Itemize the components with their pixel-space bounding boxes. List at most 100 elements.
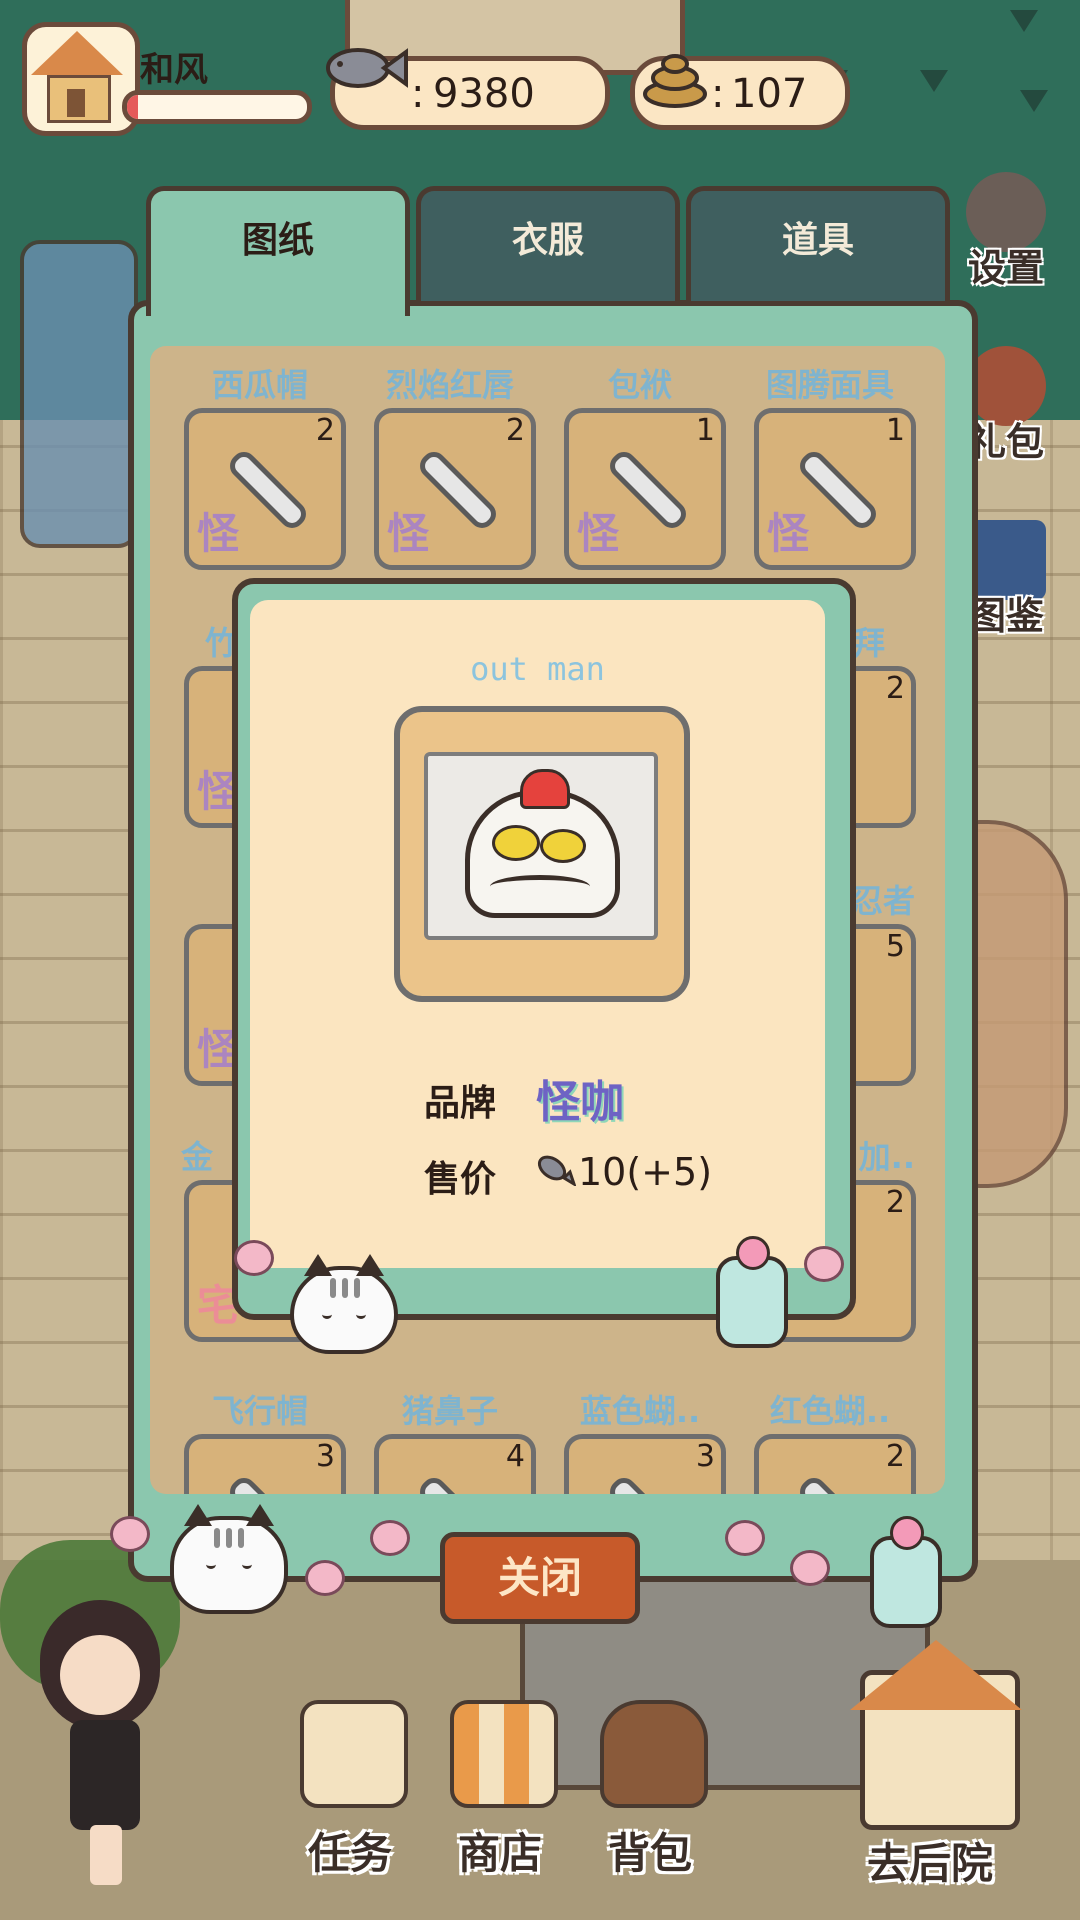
helmet-mouth bbox=[490, 875, 590, 898]
settings-label: 设置 bbox=[967, 246, 1044, 290]
tab-clothes[interactable]: 衣服 bbox=[416, 186, 680, 301]
grid-item[interactable]: 烈焰红唇 2 怪 bbox=[355, 360, 545, 570]
fish-currency-value: 9380 bbox=[433, 71, 535, 117]
backyard-roof-icon bbox=[850, 1640, 1022, 1710]
girl-face bbox=[60, 1635, 140, 1715]
backpack-icon bbox=[600, 1700, 708, 1808]
price-value: 10(+5) bbox=[578, 1150, 713, 1194]
item-name: 图腾面具 bbox=[765, 366, 894, 404]
fish-icon bbox=[326, 48, 408, 88]
poop-currency-prefix: : bbox=[711, 71, 725, 117]
item-count: 5 bbox=[885, 929, 905, 964]
item-slot[interactable]: 2 bbox=[754, 1434, 916, 1494]
grid-item[interactable]: 西瓜帽 2 怪 bbox=[165, 360, 355, 570]
shop-label: 商店 bbox=[457, 1829, 542, 1878]
item-count: 2 bbox=[505, 413, 525, 448]
cat-stripe bbox=[214, 1528, 220, 1548]
cat-eye bbox=[322, 1310, 332, 1319]
fish-icon bbox=[537, 1155, 576, 1186]
blueprint-scroll-icon bbox=[610, 1478, 686, 1494]
paw-print-icon bbox=[790, 1550, 830, 1586]
item-name: 飞行帽 bbox=[211, 1392, 308, 1430]
grid-item[interactable]: 猪鼻子 4 bbox=[355, 1386, 545, 1494]
task-clipboard-icon bbox=[300, 1700, 408, 1808]
cat-stripe bbox=[226, 1528, 232, 1548]
item-brand-tag: 怪 bbox=[767, 509, 810, 558]
girl-apron bbox=[70, 1720, 140, 1830]
price-label: 售价 bbox=[424, 1159, 497, 1200]
helmet-crest bbox=[520, 769, 570, 809]
item-slot[interactable]: 3 bbox=[564, 1434, 726, 1494]
shop-icon bbox=[450, 1700, 558, 1808]
tab-blueprints[interactable]: 图纸 bbox=[146, 186, 410, 316]
cat-decoration-icon bbox=[290, 1254, 398, 1354]
item-slot[interactable]: 2 怪 bbox=[184, 408, 346, 570]
grid-item[interactable]: 红色蝴.. 2 bbox=[735, 1386, 925, 1494]
backpack-button[interactable]: 背包 bbox=[590, 1700, 710, 1890]
bottle-cap bbox=[736, 1236, 770, 1270]
item-count: 2 bbox=[315, 413, 335, 448]
item-count: 2 bbox=[885, 1439, 905, 1474]
backpack-label: 背包 bbox=[607, 1829, 692, 1878]
cat-ear bbox=[246, 1504, 274, 1526]
item-slot[interactable]: 1 怪 bbox=[754, 408, 916, 570]
shop-button[interactable]: 商店 bbox=[440, 1700, 560, 1890]
blueprint-scroll-icon bbox=[230, 1478, 306, 1494]
task-button[interactable]: 任务 bbox=[290, 1700, 410, 1890]
player-name: 和风 bbox=[140, 50, 208, 90]
brand-value: 怪咖 bbox=[536, 1077, 624, 1128]
hero-helmet-icon bbox=[465, 769, 620, 918]
poop-icon bbox=[643, 54, 707, 108]
grid-item[interactable]: 飞行帽 3 bbox=[165, 1386, 355, 1494]
backyard-label: 去后院 bbox=[866, 1839, 993, 1888]
grid-item[interactable]: 蓝色蝴.. 3 bbox=[545, 1386, 735, 1494]
cat-stripe bbox=[342, 1278, 348, 1298]
paw-print-icon bbox=[370, 1520, 410, 1556]
cat-stripe bbox=[238, 1528, 244, 1548]
house-roof-icon bbox=[31, 31, 123, 75]
grid-item[interactable]: 包袱 1 怪 bbox=[545, 360, 735, 570]
cat-ear bbox=[356, 1254, 384, 1276]
backyard-button[interactable]: 去后院 bbox=[800, 1640, 1060, 1900]
cat-eye bbox=[206, 1560, 216, 1569]
girl-legs bbox=[90, 1825, 122, 1885]
poop-currency-value: 107 bbox=[731, 71, 808, 117]
cat-stripe bbox=[354, 1278, 360, 1298]
milk-bottle-icon bbox=[870, 1516, 942, 1628]
item-brand-tag: 怪 bbox=[197, 509, 240, 558]
item-slot[interactable]: 1 怪 bbox=[564, 408, 726, 570]
house-door bbox=[67, 89, 85, 117]
task-label: 任务 bbox=[307, 1829, 392, 1878]
item-name: 红色蝴.. bbox=[769, 1392, 891, 1430]
settings-button[interactable]: 设置 bbox=[952, 172, 1060, 292]
item-detail-title: out man bbox=[470, 650, 605, 688]
helmet-eye bbox=[540, 829, 586, 863]
brand-label: 品牌 bbox=[424, 1083, 497, 1124]
paw-print-icon bbox=[804, 1246, 844, 1282]
cat-stripe bbox=[330, 1278, 336, 1298]
home-avatar-button[interactable] bbox=[22, 22, 140, 136]
milk-bottle-icon bbox=[716, 1236, 788, 1348]
cat-decoration-icon bbox=[170, 1504, 288, 1614]
helmet-eye bbox=[492, 825, 540, 861]
item-brand-tag: 怪 bbox=[387, 509, 430, 558]
background-fabric-rolls bbox=[20, 240, 138, 548]
item-count: 1 bbox=[885, 413, 905, 448]
paw-print-icon bbox=[110, 1516, 150, 1552]
item-name: 包袱 bbox=[607, 366, 672, 404]
cat-eye bbox=[356, 1310, 366, 1319]
blueprint-scroll-icon bbox=[800, 1478, 876, 1494]
item-slot[interactable]: 2 怪 bbox=[374, 408, 536, 570]
close-button[interactable]: 关闭 bbox=[440, 1532, 640, 1624]
tab-props[interactable]: 道具 bbox=[686, 186, 950, 301]
item-name: 烈焰红唇 bbox=[385, 366, 514, 404]
cat-eye bbox=[242, 1560, 252, 1569]
item-slot[interactable]: 4 bbox=[374, 1434, 536, 1494]
experience-bar bbox=[122, 90, 312, 124]
cat-ear bbox=[304, 1254, 332, 1276]
item-brand-tag: 怪 bbox=[577, 509, 620, 558]
item-slot[interactable]: 3 bbox=[184, 1434, 346, 1494]
grid-item[interactable]: 图腾面具 1 怪 bbox=[735, 360, 925, 570]
paw-print-icon bbox=[305, 1560, 345, 1596]
cat-ear bbox=[184, 1504, 212, 1526]
